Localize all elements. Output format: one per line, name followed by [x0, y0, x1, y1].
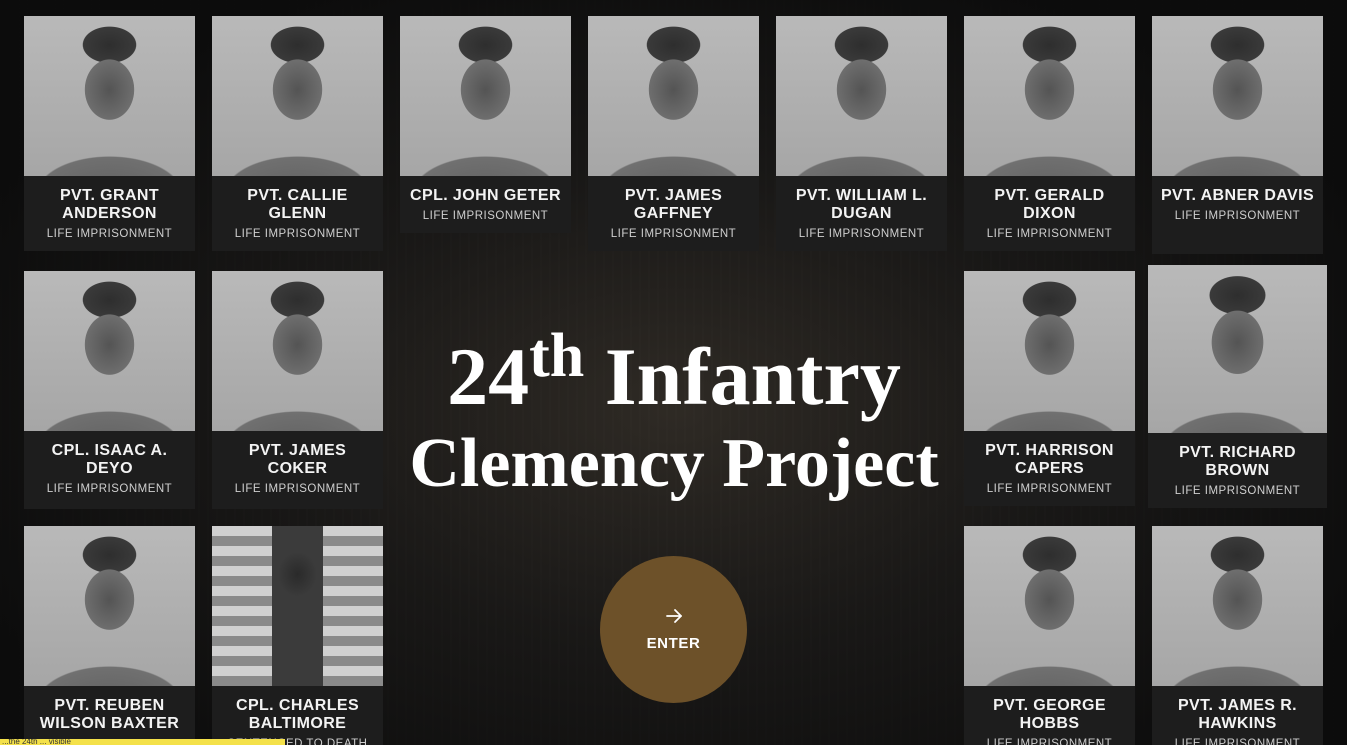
soldier-name: PVT. JAMES GAFFNEY: [624, 187, 723, 222]
soldier-card[interactable]: PVT. JAMES COKER LIFE IMPRISONMENT: [212, 271, 383, 509]
soldier-sentence: LIFE IMPRISONMENT: [610, 228, 737, 240]
enter-label: ENTER: [646, 635, 701, 652]
soldier-name: PVT. HARRISON CAPERS: [985, 442, 1114, 477]
title-number: 24: [447, 331, 530, 422]
soldier-photo: [24, 16, 195, 176]
soldier-card[interactable]: PVT. GRANT ANDERSON LIFE IMPRISONMENT: [24, 16, 195, 251]
soldier-photo: [964, 271, 1135, 431]
title-ordinal-suffix: th: [529, 322, 585, 390]
soldier-sentence: LIFE IMPRISONMENT: [798, 228, 925, 240]
page-title: 24th Infantry Clemency Project: [400, 325, 948, 504]
soldier-card[interactable]: CPL. CHARLES BALTIMORE SENTENCED TO DEAT…: [212, 526, 383, 745]
soldier-photo: [1152, 16, 1323, 176]
soldier-photo: [1152, 526, 1323, 686]
soldier-name: CPL. ISAAC A. DEYO: [51, 442, 168, 477]
title-line-2: Clemency Project: [409, 425, 939, 502]
soldier-sentence: LIFE IMPRISONMENT: [422, 210, 549, 222]
soldier-name: PVT. JAMES COKER: [248, 442, 347, 477]
soldier-card[interactable]: PVT. REUBEN WILSON BAXTER: [24, 526, 195, 745]
soldier-card[interactable]: PVT. JAMES R. HAWKINS LIFE IMPRISONMENT: [1152, 526, 1323, 745]
soldier-card[interactable]: PVT. GERALD DIXON LIFE IMPRISONMENT: [964, 16, 1135, 251]
soldier-photo: [212, 271, 383, 431]
soldier-photo: [24, 526, 195, 686]
soldier-sentence: LIFE IMPRISONMENT: [234, 228, 361, 240]
soldier-name: PVT. GERALD DIXON: [994, 187, 1105, 222]
soldier-photo: [24, 271, 195, 431]
soldier-card[interactable]: PVT. WILLIAM L. DUGAN LIFE IMPRISONMENT: [776, 16, 947, 251]
soldier-card[interactable]: PVT. GEORGE HOBBS LIFE IMPRISONMENT: [964, 526, 1135, 745]
soldier-card[interactable]: CPL. ISAAC A. DEYO LIFE IMPRISONMENT: [24, 271, 195, 509]
soldier-card[interactable]: PVT. ABNER DAVIS LIFE IMPRISONMENT: [1152, 16, 1323, 254]
soldier-card-hovered[interactable]: PVT. RICHARD BROWN LIFE IMPRISONMENT: [1148, 265, 1327, 508]
soldier-sentence: LIFE IMPRISONMENT: [234, 483, 361, 495]
link-status-bar: ...the 24th ... visible: [0, 739, 285, 745]
soldier-card[interactable]: PVT. JAMES GAFFNEY LIFE IMPRISONMENT: [588, 16, 759, 251]
soldier-photo: [1148, 265, 1327, 433]
page: PVT. GRANT ANDERSON LIFE IMPRISONMENT PV…: [0, 0, 1347, 745]
soldier-photo: [400, 16, 571, 176]
soldier-sentence: LIFE IMPRISONMENT: [986, 228, 1113, 240]
title-line-1: 24th Infantry: [400, 325, 948, 424]
soldier-card[interactable]: CPL. JOHN GETER LIFE IMPRISONMENT: [400, 16, 571, 233]
soldier-name: CPL. CHARLES BALTIMORE: [235, 697, 360, 732]
soldier-name: PVT. JAMES R. HAWKINS: [1177, 697, 1297, 732]
soldier-sentence: LIFE IMPRISONMENT: [1174, 210, 1301, 222]
soldier-photo: [212, 16, 383, 176]
title-infantry: Infantry: [604, 331, 901, 422]
soldier-sentence: LIFE IMPRISONMENT: [1174, 738, 1301, 745]
soldier-photo: [964, 526, 1135, 686]
soldier-name: PVT. GRANT ANDERSON: [59, 187, 160, 222]
enter-button[interactable]: ENTER: [600, 556, 747, 703]
soldier-photo: [776, 16, 947, 176]
soldier-card[interactable]: PVT. CALLIE GLENN LIFE IMPRISONMENT: [212, 16, 383, 251]
soldier-sentence: LIFE IMPRISONMENT: [46, 483, 173, 495]
soldier-name: PVT. CALLIE GLENN: [247, 187, 348, 222]
soldier-sentence: LIFE IMPRISONMENT: [46, 228, 173, 240]
soldier-name: PVT. REUBEN WILSON BAXTER: [39, 697, 180, 732]
soldier-photo: [964, 16, 1135, 176]
arrow-right-icon: [665, 607, 683, 629]
soldier-sentence: LIFE IMPRISONMENT: [986, 738, 1113, 745]
soldier-photo-flag: [212, 526, 383, 686]
soldier-photo: [588, 16, 759, 176]
soldier-sentence: LIFE IMPRISONMENT: [986, 483, 1113, 495]
soldier-card[interactable]: PVT. HARRISON CAPERS LIFE IMPRISONMENT: [964, 271, 1135, 506]
soldier-name: CPL. JOHN GETER: [410, 187, 561, 204]
soldier-name: PVT. WILLIAM L. DUGAN: [795, 187, 928, 222]
soldier-name: PVT. GEORGE HOBBS: [993, 697, 1106, 732]
soldier-name: PVT. ABNER DAVIS: [1160, 187, 1315, 204]
soldier-name: PVT. RICHARD BROWN: [1179, 444, 1296, 479]
soldier-sentence: LIFE IMPRISONMENT: [1174, 485, 1301, 497]
